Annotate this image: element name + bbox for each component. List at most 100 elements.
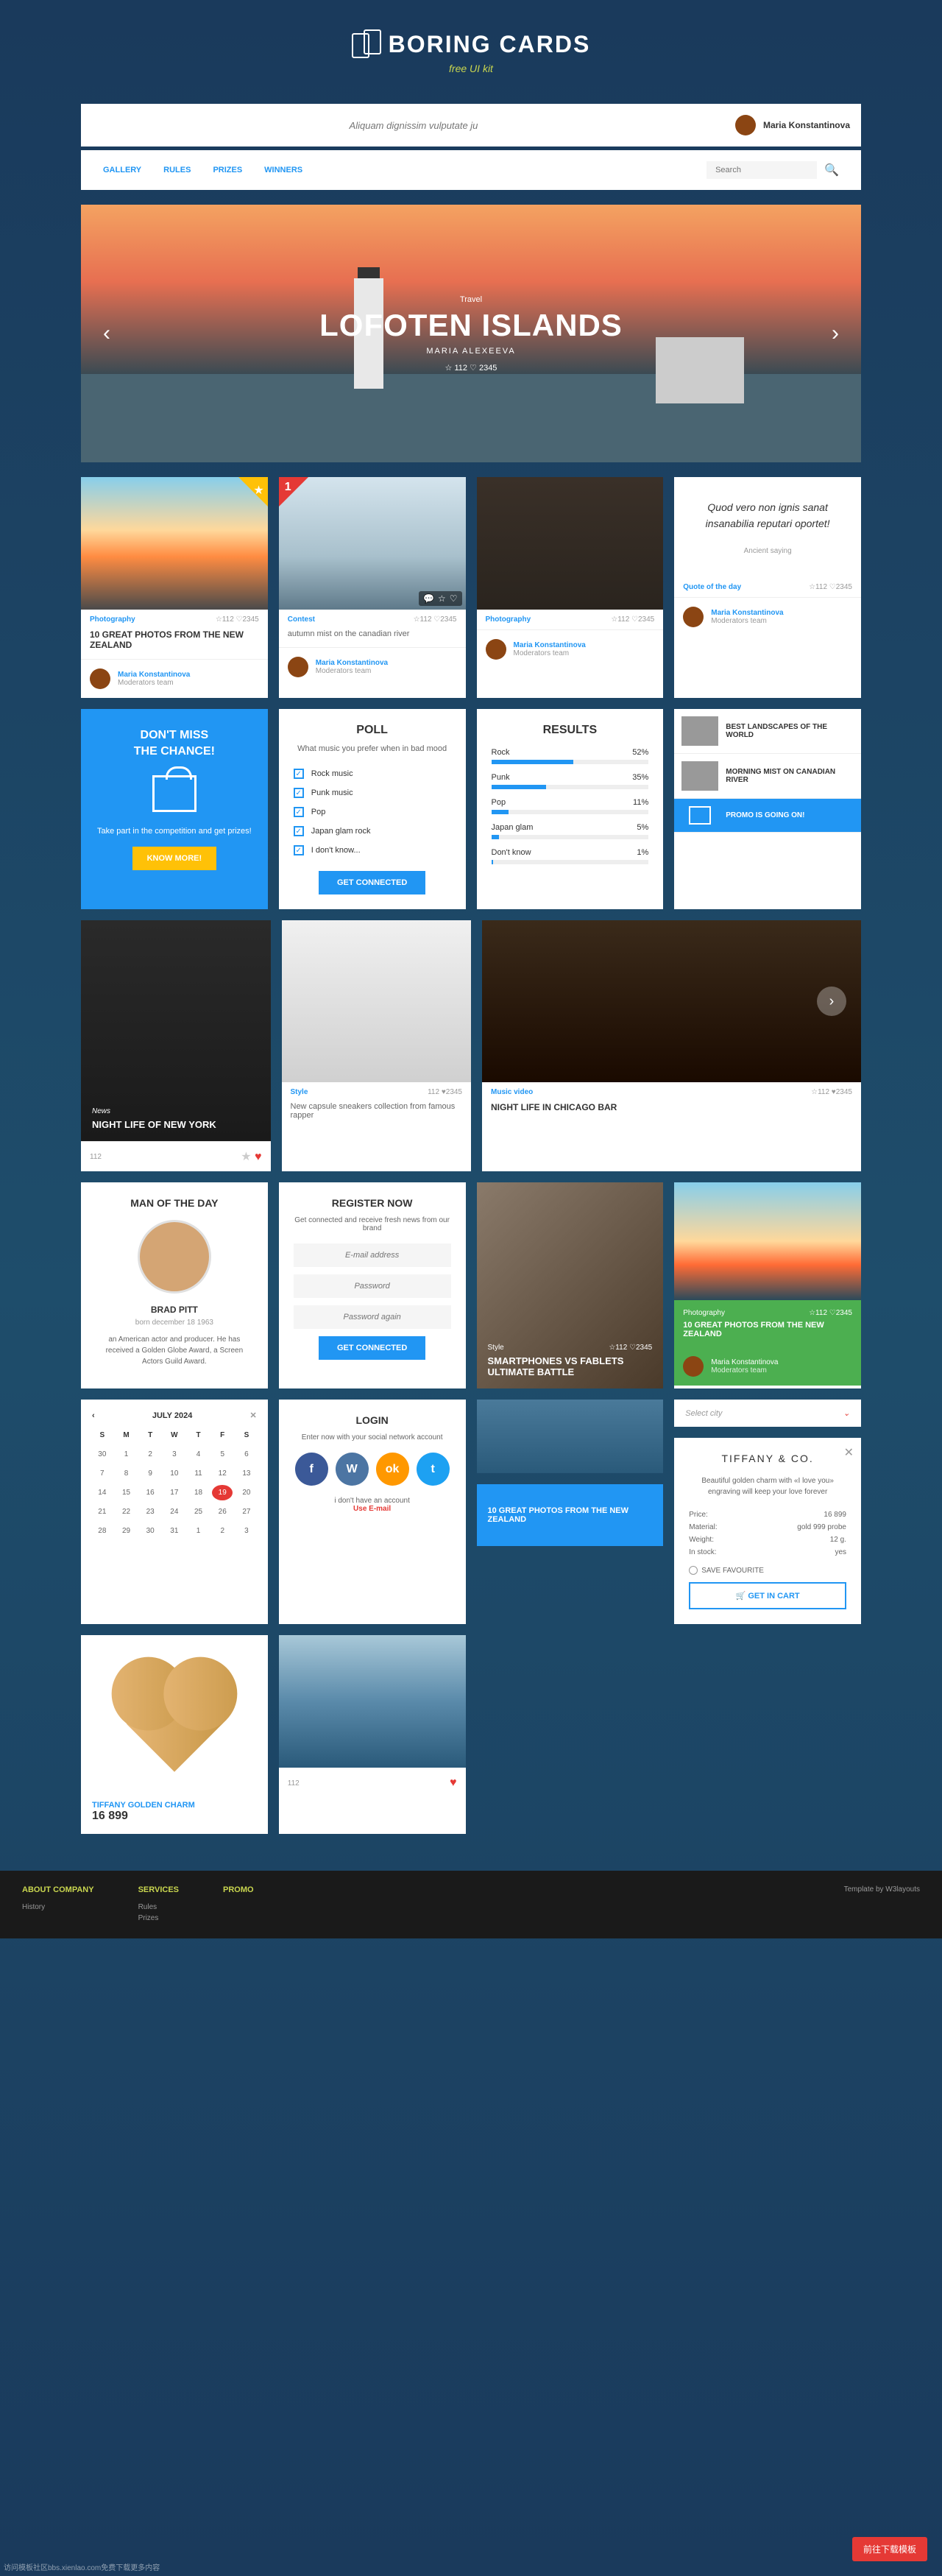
music-video-card[interactable]: › Music video ☆112 ♥2345 NIGHT LIFE IN C… — [482, 920, 861, 1171]
blue-promo-card[interactable]: 10 GREAT PHOTOS FROM THE NEW ZEALAND — [477, 1484, 664, 1546]
style-card[interactable]: Style 112 ♥2345 New capsule sneakers col… — [282, 920, 472, 1171]
star-icon[interactable]: ★ — [241, 1151, 251, 1163]
poll-submit-button[interactable]: GET CONNECTED — [319, 871, 425, 894]
user-profile[interactable]: Maria Konstantinova — [735, 115, 850, 135]
nav-prizes[interactable]: PRIZES — [213, 166, 242, 174]
list-item-promo[interactable]: PROMO IS GOING ON! — [674, 799, 861, 833]
poll-option[interactable]: ✓Rock music — [294, 764, 451, 783]
cal-day[interactable]: 28 — [92, 1523, 113, 1539]
cal-day[interactable]: 2 — [140, 1447, 160, 1462]
poll-option[interactable]: ✓Punk music — [294, 783, 451, 802]
add-to-cart-button[interactable]: 🛒 GET IN CART — [689, 1582, 846, 1609]
poll-option[interactable]: ✓Pop — [294, 802, 451, 822]
card-stats: ☆112 ♡2345 — [609, 1344, 652, 1352]
cal-day[interactable]: 13 — [236, 1466, 257, 1481]
close-icon[interactable]: ✕ — [250, 1411, 257, 1420]
list-item[interactable]: BEST LANDSCAPES OF THE WORLD — [674, 709, 861, 754]
cal-day[interactable]: 2 — [212, 1523, 233, 1539]
cal-day[interactable]: 9 — [140, 1466, 160, 1481]
twitter-icon[interactable]: t — [417, 1453, 450, 1486]
cal-day[interactable]: 23 — [140, 1504, 160, 1520]
promo-text: Take part in the competition and get pri… — [96, 827, 253, 836]
poll-option[interactable]: ✓I don't know... — [294, 841, 451, 860]
use-email-link[interactable]: Use E-mail — [353, 1505, 391, 1513]
photo-card-1[interactable]: ★ Photography ☆112 ♡2345 10 GREAT PHOTOS… — [81, 477, 268, 698]
cal-day[interactable]: 29 — [116, 1523, 137, 1539]
cal-day[interactable]: 15 — [116, 1485, 137, 1500]
cal-day[interactable]: 25 — [188, 1504, 209, 1520]
contest-card[interactable]: 1 💬 ☆ ♡ Contest ☆112 ♡2345 autumn mist o… — [279, 477, 466, 698]
category-label: Style — [291, 1088, 308, 1096]
nav-search-input[interactable] — [706, 161, 817, 179]
cal-day[interactable]: 31 — [164, 1523, 185, 1539]
footer-col-services: SERVICES Rules Prizes — [138, 1885, 179, 1924]
close-icon[interactable]: ✕ — [844, 1445, 854, 1460]
heart-icon[interactable]: ♥ — [255, 1151, 262, 1163]
email-field[interactable] — [294, 1243, 451, 1267]
cal-day[interactable]: 19 — [212, 1485, 233, 1500]
search-icon[interactable]: 🔍 — [824, 163, 839, 177]
smartphone-card[interactable]: Style ☆112 ♡2345 SMARTPHONES VS FABLETS … — [477, 1182, 664, 1388]
cal-day[interactable]: 24 — [164, 1504, 185, 1520]
cal-day[interactable]: 20 — [236, 1485, 257, 1500]
cal-day[interactable]: 30 — [140, 1523, 160, 1539]
footer-link[interactable]: Rules — [138, 1902, 179, 1913]
cal-day[interactable]: 4 — [188, 1447, 209, 1462]
cal-day[interactable]: 11 — [188, 1466, 209, 1481]
know-more-button[interactable]: KNOW MORE! — [132, 847, 217, 870]
waves-card[interactable]: 112 ♥ — [279, 1635, 466, 1834]
heart-icon[interactable]: ♡ — [450, 593, 458, 604]
list-item[interactable]: MORNING MIST ON CANADIAN RIVER — [674, 754, 861, 799]
cal-day[interactable]: 7 — [92, 1466, 113, 1481]
cal-day[interactable]: 26 — [212, 1504, 233, 1520]
cal-day[interactable]: 16 — [140, 1485, 160, 1500]
news-card[interactable]: News NIGHT LIFE OF NEW YORK 112 ★ ♥ — [81, 920, 271, 1171]
cal-prev[interactable]: ‹ — [92, 1411, 95, 1420]
cal-day[interactable]: 12 — [212, 1466, 233, 1481]
play-next-icon[interactable]: › — [817, 987, 846, 1016]
nav-winners[interactable]: WINNERS — [264, 166, 302, 174]
cal-day[interactable]: 5 — [212, 1447, 233, 1462]
nav-gallery[interactable]: GALLERY — [103, 166, 141, 174]
cal-day[interactable]: 1 — [188, 1523, 209, 1539]
cal-day[interactable]: 22 — [116, 1504, 137, 1520]
photo-card-2[interactable]: Photography ☆112 ♡2345 Maria Konstantino… — [477, 477, 664, 698]
footer-link[interactable]: Prizes — [138, 1913, 179, 1924]
nav-rules[interactable]: RULES — [163, 166, 191, 174]
slider-prev[interactable]: ‹ — [103, 321, 110, 346]
green-photo-card[interactable]: Photography ☆112 ♡2345 10 GREAT PHOTOS F… — [674, 1182, 861, 1388]
vk-icon[interactable]: W — [336, 1453, 369, 1486]
comment-icon[interactable]: 💬 — [423, 593, 434, 604]
cal-day[interactable]: 18 — [188, 1485, 209, 1500]
author-role: Moderators team — [711, 1366, 778, 1375]
star-icon[interactable]: ☆ — [438, 593, 446, 604]
slider-next[interactable]: › — [832, 321, 839, 346]
password-field[interactable] — [294, 1274, 451, 1298]
heart-icon[interactable]: ♥ — [450, 1776, 457, 1790]
odnoklassniki-icon[interactable]: ok — [376, 1453, 409, 1486]
cal-day[interactable]: 3 — [164, 1447, 185, 1462]
password-again-field[interactable] — [294, 1305, 451, 1329]
cal-day[interactable]: 3 — [236, 1523, 257, 1539]
cal-day[interactable]: 14 — [92, 1485, 113, 1500]
download-template-button[interactable]: 前往下载模板 — [852, 2537, 927, 2561]
quote-card[interactable]: Quod vero non ignis sanat insanabilia re… — [674, 477, 861, 698]
footer-link[interactable]: History — [22, 1902, 94, 1913]
save-favourite[interactable]: SAVE FAVOURITE — [689, 1566, 846, 1575]
cal-day[interactable]: 17 — [164, 1485, 185, 1500]
cal-day[interactable]: 27 — [236, 1504, 257, 1520]
charm-product-card[interactable]: TIFFANY GOLDEN CHARM 16 899 — [81, 1635, 268, 1834]
register-button[interactable]: GET CONNECTED — [319, 1336, 425, 1360]
cal-day[interactable]: 8 — [116, 1466, 137, 1481]
main-search-input[interactable] — [92, 120, 735, 131]
cal-day[interactable]: 30 — [92, 1447, 113, 1462]
water-card[interactable] — [477, 1400, 664, 1473]
cal-day[interactable]: 1 — [116, 1447, 137, 1462]
facebook-icon[interactable]: f — [295, 1453, 328, 1486]
cal-day[interactable]: 21 — [92, 1504, 113, 1520]
cal-day[interactable]: 6 — [236, 1447, 257, 1462]
cal-day[interactable]: 10 — [164, 1466, 185, 1481]
poll-option[interactable]: ✓Japan glam rock — [294, 822, 451, 841]
section-title: REGISTER NOW — [294, 1197, 451, 1209]
city-selector[interactable]: Select city ⌄ — [674, 1400, 861, 1427]
